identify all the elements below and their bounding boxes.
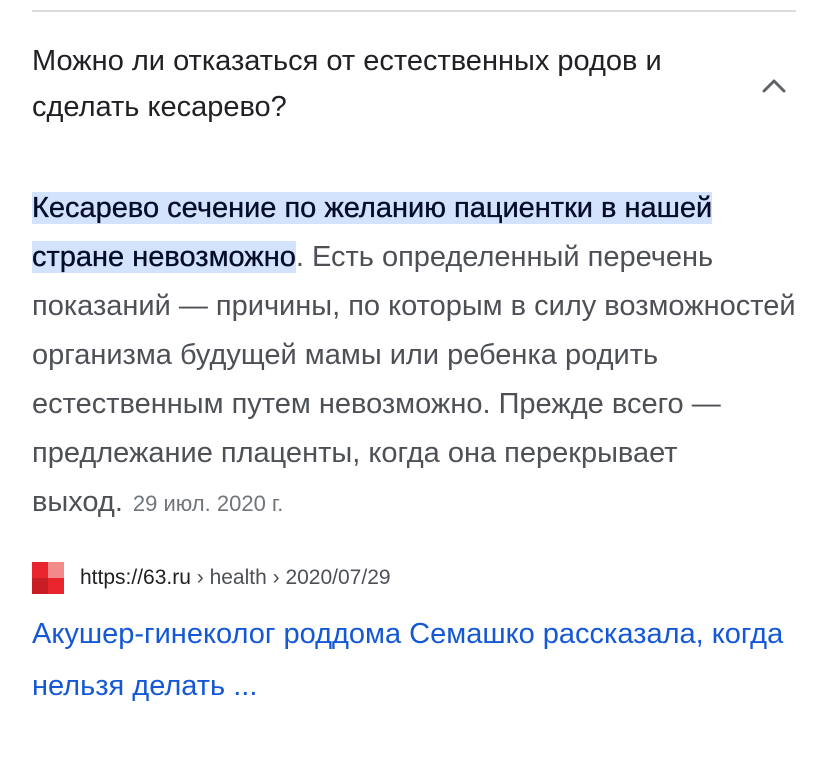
- source-url[interactable]: https://63.ru › health › 2020/07/29: [80, 566, 391, 590]
- result-title-link[interactable]: Акушер-гинеколог роддома Семашко рассказ…: [32, 608, 812, 712]
- source-domain: https://63.ru: [80, 566, 191, 589]
- source-breadcrumb: › health › 2020/07/29: [190, 566, 391, 589]
- answer-date: 29 июл. 2020 г.: [132, 491, 284, 516]
- site-favicon-icon: [32, 562, 64, 594]
- question-text[interactable]: Можно ли отказаться от естественных родо…: [32, 38, 752, 130]
- chevron-up-icon[interactable]: [756, 68, 792, 104]
- top-divider: [32, 10, 796, 12]
- answer-snippet: Кесарево сечение по желанию пациентки в …: [32, 184, 802, 528]
- source-row[interactable]: https://63.ru › health › 2020/07/29: [32, 561, 391, 595]
- answer-body: . Есть определенный перечень показаний —…: [32, 241, 796, 518]
